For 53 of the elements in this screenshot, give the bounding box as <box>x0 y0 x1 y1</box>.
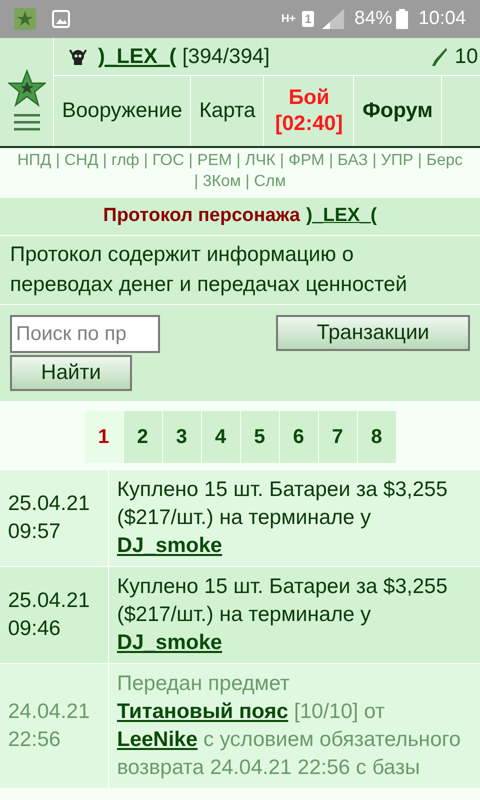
page-number[interactable]: 7 <box>318 411 356 463</box>
separator: | <box>372 152 376 169</box>
log-entry: Передан предмет Титановый пояс [10/10] от LeeNike с условием обязательного возврата 24.04.21 22:56 с базы <box>109 664 480 788</box>
rifle-icon <box>430 46 447 66</box>
page-number[interactable]: 1 <box>84 411 122 463</box>
page-number[interactable]: 5 <box>240 411 278 463</box>
separator: | <box>56 152 60 169</box>
network-type: H+ <box>281 14 296 24</box>
separator: | <box>328 152 334 169</box>
page-number[interactable]: 8 <box>358 411 396 463</box>
nav-tab[interactable]: Форум <box>354 76 442 146</box>
entry-link[interactable]: DJ_smoke <box>117 631 222 654</box>
entry-link[interactable]: DJ_smoke <box>117 534 222 557</box>
separator: | <box>245 173 250 190</box>
separator: | <box>280 152 284 169</box>
entry-link[interactable]: Титановый пояс <box>117 700 288 723</box>
page-number[interactable]: 4 <box>202 411 240 463</box>
page-title: Протокол персонажа <box>103 204 300 228</box>
page-number[interactable]: 3 <box>162 411 200 463</box>
sim-indicator: 1 <box>302 11 314 27</box>
entry-link[interactable]: LeeNike <box>117 728 198 751</box>
header-value: 10 <box>454 44 478 70</box>
separator: | <box>236 152 240 169</box>
star-icon[interactable] <box>8 69 46 107</box>
nav-tab[interactable]: Вооружение <box>54 76 192 146</box>
player-link[interactable]: )_LEX_( <box>98 40 176 72</box>
separator: | <box>188 152 193 169</box>
nav-tab[interactable]: Карта <box>191 76 264 146</box>
date-cell: 24.04.21 22:56 <box>0 664 108 788</box>
date-cell: 25.04.21 09:57 <box>0 470 108 566</box>
page-number[interactable]: 6 <box>280 411 318 463</box>
health-points: [394/394] <box>182 44 270 70</box>
log-entry: Куплено 15 шт. Батареи за $3,255 ($217/шт.) на терминале у DJ_smoke <box>109 470 480 566</box>
separator: | <box>418 152 422 169</box>
skull-icon <box>68 48 88 66</box>
signal-icon <box>322 9 344 29</box>
app-icon <box>14 8 36 30</box>
battery-icon <box>396 9 408 29</box>
battery-percent: 84% <box>354 6 392 31</box>
menu-icon[interactable] <box>14 113 40 131</box>
page-number[interactable]: 2 <box>124 411 162 463</box>
image-icon <box>52 10 70 28</box>
search-field[interactable]: Поиск по пр <box>10 315 160 353</box>
transactions-button[interactable]: Транзакции <box>276 315 470 351</box>
date-cell: 25.04.21 09:46 <box>0 567 108 663</box>
player-link[interactable]: )_LEX_( <box>306 202 377 231</box>
description: Протокол содержит информацию о переводах денег и передачах ценностей <box>0 236 480 305</box>
separator: | <box>102 152 107 169</box>
clock: 10:04 <box>418 6 466 31</box>
log-entry: Куплено 15 шт. Батареи за $3,255 ($217/шт.) на терминале у DJ_smoke <box>109 567 480 663</box>
separator: | <box>144 152 148 169</box>
find-button[interactable]: Найти <box>10 355 132 391</box>
separator: | <box>194 173 198 190</box>
